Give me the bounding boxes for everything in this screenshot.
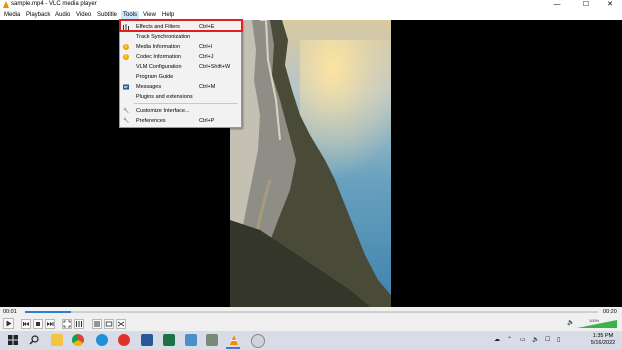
menu-audio[interactable]: Audio <box>55 11 70 19</box>
network-icon[interactable]: ▭ <box>520 336 526 343</box>
menu-item-codec-information[interactable]: i Codec Information Ctrl+J <box>120 52 241 62</box>
playback-controls: 🔈 100% <box>0 317 622 331</box>
clock-date: 5/16/2022 <box>590 340 616 346</box>
seek-bar-row: 00:01 00:20 <box>0 307 622 317</box>
menu-item-customize-interface[interactable]: 🔧 Customize Interface... <box>120 106 241 116</box>
volume-slider[interactable] <box>577 320 617 328</box>
menu-item-label: Program Guide <box>136 74 174 80</box>
extended-settings-button[interactable] <box>74 319 84 329</box>
file-explorer-icon[interactable] <box>51 334 63 346</box>
menu-help[interactable]: Help <box>162 11 174 19</box>
video-frame[interactable] <box>230 20 391 307</box>
window-title: sample.mp4 - VLC media player <box>11 1 97 7</box>
maximize-button[interactable]: ☐ <box>573 0 599 10</box>
chrome-icon[interactable] <box>72 334 84 346</box>
menu-media[interactable]: Media <box>4 11 20 19</box>
close-button[interactable]: ✕ <box>597 0 622 10</box>
elapsed-time: 00:01 <box>3 309 17 315</box>
speaker-icon[interactable]: 🔈 <box>566 319 576 329</box>
menu-item-label: Preferences <box>136 118 166 124</box>
language-icon[interactable]: ▯ <box>557 336 560 343</box>
fullscreen-button[interactable] <box>62 319 72 329</box>
fullscreen-icon <box>63 320 71 328</box>
play-icon <box>6 320 12 327</box>
powershell-icon[interactable] <box>185 334 197 346</box>
menu-item-shortcut: Ctrl+J <box>199 54 214 60</box>
menu-subtitle[interactable]: Subtitle <box>97 11 117 19</box>
total-time: 00:20 <box>603 309 617 315</box>
mountain-image <box>230 20 391 307</box>
next-icon <box>47 322 54 326</box>
highlight-annotation <box>119 19 243 32</box>
weather-icon[interactable]: ☁ <box>494 336 500 343</box>
menu-item-label: Plugins and extensions <box>136 94 193 100</box>
taskbar-clock[interactable]: 1:35 PM 5/16/2022 <box>588 333 618 347</box>
disk-icon[interactable] <box>251 334 265 348</box>
menu-item-media-information[interactable]: i Media Information Ctrl+I <box>120 42 241 52</box>
menu-item-program-guide[interactable]: Program Guide <box>120 72 241 82</box>
menu-item-label: Customize Interface... <box>136 108 190 114</box>
vlc-icon[interactable] <box>228 334 240 346</box>
search-icon[interactable] <box>28 334 40 346</box>
menu-item-label: VLM Configuration <box>136 64 182 70</box>
loop-icon <box>105 321 113 327</box>
menu-tools[interactable]: Tools <box>121 11 140 19</box>
input-method-icon[interactable]: ☐ <box>545 336 550 343</box>
menu-separator <box>134 103 238 104</box>
vlc-cone-icon <box>3 1 9 8</box>
shuffle-icon <box>117 321 125 327</box>
previous-icon <box>23 322 29 326</box>
shuffle-button[interactable] <box>116 319 126 329</box>
equalizer-icon <box>76 321 82 327</box>
menu-item-shortcut: Ctrl+M <box>199 84 216 90</box>
wrench-icon: 🔧 <box>123 118 130 124</box>
title-bar: sample.mp4 - VLC media player — ☐ ✕ <box>0 0 622 10</box>
info-icon: i <box>123 54 129 60</box>
tools-dropdown-menu: Effects and Filters Ctrl+E Track Synchro… <box>119 20 242 128</box>
menu-playback[interactable]: Playback <box>26 11 50 19</box>
active-app-indicator <box>226 347 240 349</box>
previous-button[interactable] <box>21 319 31 329</box>
show-hidden-icons-icon[interactable]: ⌃ <box>507 336 512 343</box>
clock-time: 1:35 PM <box>592 333 614 339</box>
menu-item-preferences[interactable]: 🔧 Preferences Ctrl+P <box>120 116 241 126</box>
seek-slider[interactable] <box>25 311 598 313</box>
menu-view[interactable]: View <box>143 11 156 19</box>
menu-item-vlm-configuration[interactable]: VLM Configuration Ctrl+Shift+W <box>120 62 241 72</box>
menu-item-shortcut: Ctrl+I <box>199 44 213 50</box>
playlist-button[interactable] <box>92 319 102 329</box>
wrench-icon: 🔧 <box>123 108 130 114</box>
taskbar: ☁ ⌃ ▭ 🔈 ☐ ▯ 1:35 PM 5/16/2022 <box>0 331 622 350</box>
menu-item-messages[interactable]: Messages Ctrl+M <box>120 82 241 92</box>
seek-progress <box>25 311 71 313</box>
excel-icon[interactable] <box>163 334 175 346</box>
menu-item-label: Codec Information <box>136 54 181 60</box>
notepad-icon[interactable] <box>206 334 218 346</box>
stop-icon <box>36 322 40 326</box>
menu-item-label: Track Synchronization <box>136 34 191 40</box>
word-icon[interactable] <box>141 334 153 346</box>
messages-icon <box>123 84 129 90</box>
windows-start-icon[interactable] <box>7 334 19 346</box>
stop-button[interactable] <box>33 319 43 329</box>
opera-icon[interactable] <box>118 334 130 346</box>
menu-bar: Media Playback Audio Video Subtitle Tool… <box>0 10 622 20</box>
menu-video[interactable]: Video <box>76 11 91 19</box>
menu-item-plugins-and-extensions[interactable]: Plugins and extensions <box>120 92 241 102</box>
next-button[interactable] <box>45 319 55 329</box>
info-icon: i <box>123 44 129 50</box>
menu-item-label: Media Information <box>136 44 181 50</box>
volume-tray-icon[interactable]: 🔈 <box>532 336 539 343</box>
menu-item-shortcut: Ctrl+Shift+W <box>199 64 231 70</box>
menu-item-shortcut: Ctrl+P <box>199 118 215 124</box>
loop-button[interactable] <box>104 319 114 329</box>
playlist-icon <box>94 321 100 327</box>
minimize-button[interactable]: — <box>544 0 570 10</box>
edge-icon[interactable] <box>96 334 108 346</box>
menu-item-track-synchronization[interactable]: Track Synchronization <box>120 32 241 42</box>
play-button[interactable] <box>3 318 14 329</box>
menu-item-label: Messages <box>136 84 162 90</box>
